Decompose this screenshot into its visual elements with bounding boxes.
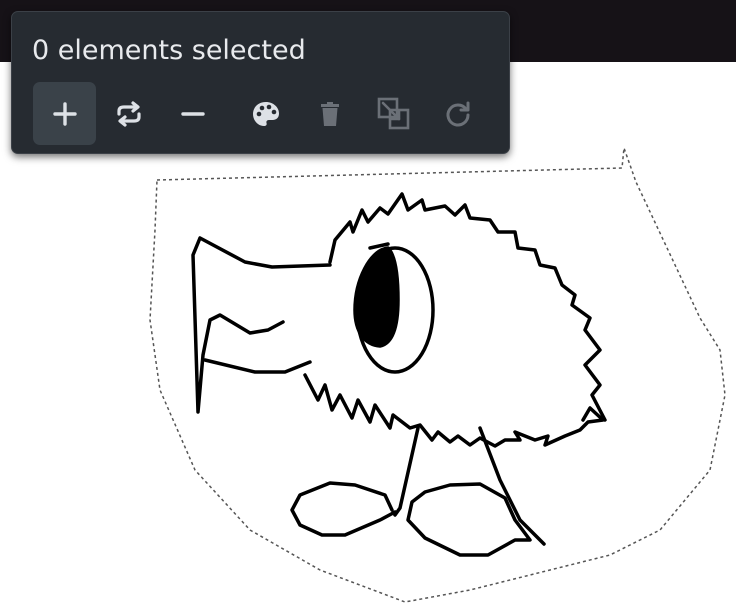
bird-beak-lower — [203, 358, 312, 374]
swap-button[interactable] — [97, 82, 160, 145]
add-button[interactable] — [33, 82, 96, 145]
minus-icon — [180, 111, 205, 116]
remove-button[interactable] — [161, 82, 224, 145]
repeat-arrows-icon — [116, 100, 141, 127]
bird-foot-left — [290, 481, 397, 537]
color-button[interactable] — [234, 82, 297, 145]
trash-icon — [320, 101, 339, 126]
lasso-selection-outline — [149, 147, 726, 603]
bird-sketch[interactable] — [191, 192, 607, 557]
bird-fur-bottom — [303, 373, 605, 448]
selection-toolbar: 0 elements selected — [11, 11, 510, 154]
plus-icon — [52, 101, 77, 126]
bird-leg-right — [478, 426, 546, 546]
duplicate-button[interactable] — [362, 82, 425, 145]
palette-icon — [252, 101, 279, 126]
bird-foot-right — [406, 482, 532, 557]
bird-pupil — [353, 246, 400, 348]
redo-icon — [446, 101, 469, 126]
redo-button[interactable] — [426, 82, 489, 145]
selection-status: 0 elements selected — [32, 35, 306, 66]
duplicate-icon — [377, 97, 409, 129]
delete-button[interactable] — [298, 82, 361, 145]
app-window: 0 elements selected — [0, 0, 736, 612]
